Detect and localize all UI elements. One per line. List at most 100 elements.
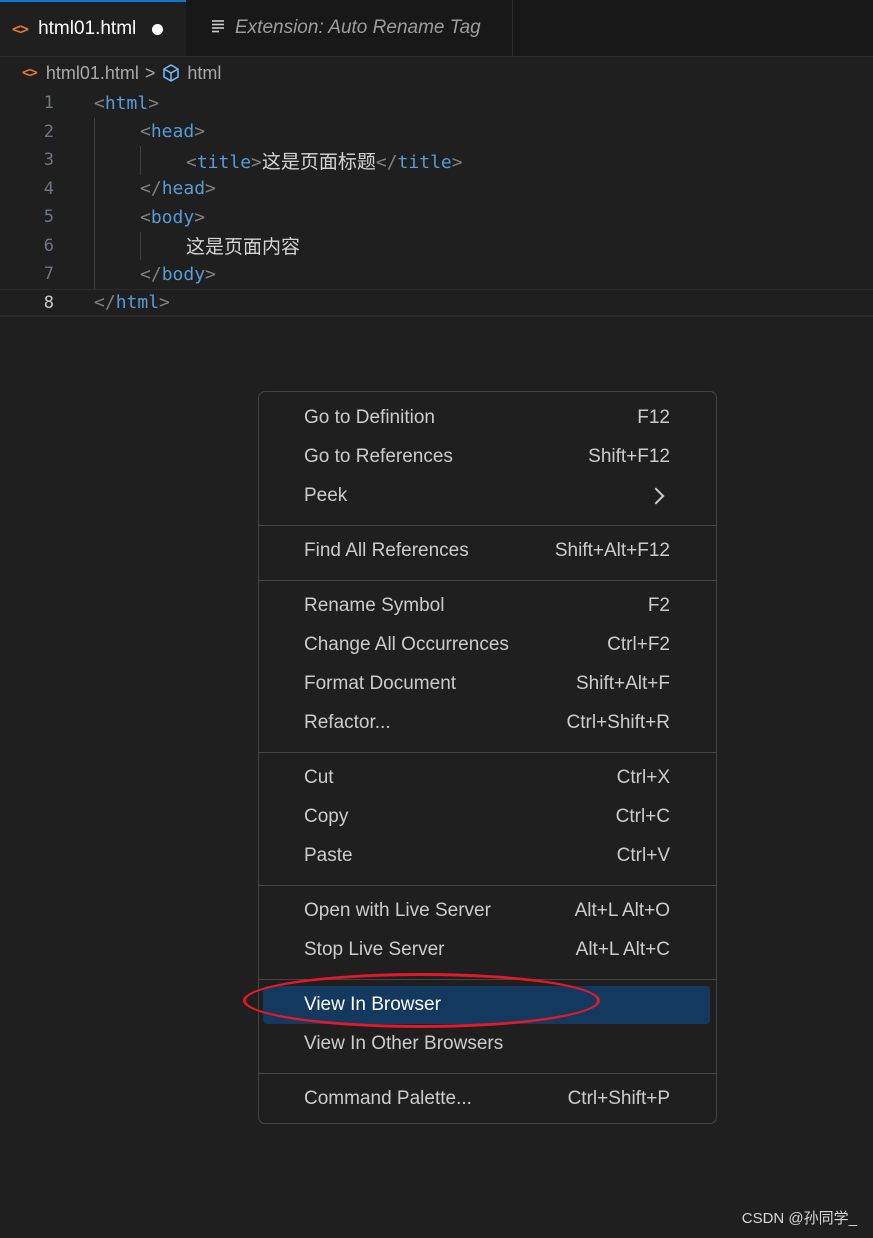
unsaved-dot-icon[interactable] (152, 23, 164, 35)
line-number: 4 (43, 178, 54, 199)
menu-separator (259, 525, 716, 526)
menu-item-shortcut: F12 (637, 407, 670, 428)
indent-guide (140, 231, 141, 260)
menu-item-shortcut: Shift+Alt+F12 (554, 540, 670, 561)
watermark: CSDN @孙同学_ (741, 1210, 857, 1227)
tag-bracket: > (205, 178, 216, 200)
menu-item-paste[interactable]: Paste Ctrl+V (263, 837, 710, 875)
tag-name: html (104, 92, 149, 114)
menu-item-open-with-live-server[interactable]: Open with Live Server Alt+L Alt+O (263, 892, 710, 930)
code-line[interactable]: 8 </html> (0, 289, 873, 318)
menu-item-label: Go to References (304, 446, 453, 467)
menu-item-shortcut: Ctrl+V (616, 845, 670, 866)
menu-item-peek[interactable]: Peek (263, 477, 710, 515)
tag-bracket: > (194, 206, 206, 228)
extension-list-icon (211, 18, 225, 38)
breadcrumb-separator: > (144, 62, 156, 83)
menu-item-shortcut: Alt+L Alt+C (575, 939, 670, 960)
menu-item-shortcut: Shift+Alt+F (576, 673, 670, 694)
line-number: 5 (43, 207, 54, 228)
tag-bracket: < (94, 92, 105, 114)
menu-item-label: Rename Symbol (304, 595, 445, 616)
menu-item-copy[interactable]: Copy Ctrl+C (263, 798, 710, 836)
menu-item-label: Command Palette... (304, 1088, 472, 1109)
menu-item-label: View In Other Browsers (304, 1033, 504, 1054)
tag-bracket: > (194, 121, 206, 143)
tag-name: title (397, 151, 452, 173)
tag-name: head (161, 178, 206, 200)
menu-item-shortcut: F2 (647, 595, 670, 616)
menu-separator (259, 580, 716, 581)
tag-name: html (115, 292, 160, 314)
tag-name: head (150, 121, 195, 143)
menu-separator (259, 979, 716, 980)
code-line[interactable]: 3 <title>这是页面标题</title> (0, 146, 873, 175)
code-line[interactable]: 4 </head> (0, 175, 873, 204)
menu-item-rename-symbol[interactable]: Rename Symbol F2 (263, 587, 710, 625)
line-number: 1 (43, 93, 54, 114)
menu-item-go-to-references[interactable]: Go to References Shift+F12 (263, 438, 710, 476)
menu-item-label: Format Document (304, 673, 457, 694)
breadcrumb-file[interactable]: html01.html (46, 63, 139, 84)
code-content: <body> (140, 207, 205, 228)
code-line[interactable]: 2 <head> (0, 118, 873, 147)
menu-item-label: Paste (304, 845, 353, 866)
menu-item-change-all-occurrences[interactable]: Change All Occurrences Ctrl+F2 (263, 626, 710, 664)
menu-item-label: Peek (304, 485, 348, 506)
menu-item-label: Stop Live Server (304, 939, 445, 960)
tab-html01[interactable]: <> html01.html (0, 0, 186, 56)
menu-item-shortcut: Shift+F12 (588, 446, 670, 467)
indent-guide (140, 146, 141, 175)
chevron-right-icon (647, 487, 665, 505)
tag-bracket: </ (140, 178, 162, 200)
tag-bracket: < (140, 121, 151, 143)
menu-item-go-to-definition[interactable]: Go to Definition F12 (263, 399, 710, 437)
menu-item-shortcut: Ctrl+Shift+R (566, 712, 670, 733)
tab-bar: <> html01.html Extension: Auto Rename Ta… (0, 0, 873, 57)
tag-name: body (150, 206, 195, 228)
tag-bracket: </ (140, 263, 162, 285)
code-line[interactable]: 7 </body> (0, 260, 873, 289)
menu-item-label: Refactor... (304, 712, 391, 733)
menu-item-shortcut: Ctrl+C (615, 806, 670, 827)
indent-guide (94, 117, 95, 289)
menu-item-cut[interactable]: Cut Ctrl+X (263, 759, 710, 797)
html-file-icon: <> (22, 65, 38, 81)
code-line[interactable]: 1 <html> (0, 89, 873, 118)
code-editor[interactable]: 1 <html> 2 <head> 3 <title>这是页面标题</title> 4 </h… (0, 89, 873, 317)
menu-item-view-in-other-browsers[interactable]: View In Other Browsers (263, 1025, 710, 1063)
menu-item-view-in-browser[interactable]: View In Browser (263, 986, 710, 1024)
menu-item-label: View In Browser (304, 994, 441, 1015)
menu-separator (259, 1073, 716, 1074)
menu-item-format-document[interactable]: Format Document Shift+Alt+F (263, 665, 710, 703)
menu-item-label: Change All Occurrences (304, 634, 509, 655)
tab-label: html01.html (38, 18, 137, 39)
code-content: </html> (94, 292, 170, 313)
breadcrumb-symbol[interactable]: html (187, 63, 221, 84)
menu-item-label: Open with Live Server (304, 900, 491, 921)
code-line[interactable]: 5 <body> (0, 203, 873, 232)
code-content: <html> (94, 93, 159, 114)
menu-item-label: Copy (304, 806, 349, 827)
line-number: 8 (43, 292, 54, 313)
line-number: 6 (43, 235, 54, 256)
line-number: 7 (43, 264, 54, 285)
code-content: </body> (140, 264, 216, 285)
menu-item-find-all-references[interactable]: Find All References Shift+Alt+F12 (263, 532, 710, 570)
tag-bracket: </ (375, 151, 398, 173)
menu-item-label: Cut (304, 767, 334, 788)
menu-item-label: Find All References (304, 540, 469, 561)
menu-separator (259, 752, 716, 753)
code-line[interactable]: 6 这是页面内容 (0, 232, 873, 261)
menu-item-refactor[interactable]: Refactor... Ctrl+Shift+R (263, 704, 710, 742)
tag-bracket: > (148, 92, 160, 114)
menu-item-command-palette[interactable]: Command Palette... Ctrl+Shift+P (263, 1080, 710, 1118)
html-file-icon: <> (12, 20, 29, 38)
code-content: </head> (140, 178, 216, 199)
tag-name: title (196, 151, 252, 173)
menu-item-shortcut: Ctrl+X (616, 767, 670, 788)
menu-separator (259, 885, 716, 886)
menu-item-stop-live-server[interactable]: Stop Live Server Alt+L Alt+C (263, 931, 710, 969)
tag-bracket: > (205, 263, 216, 285)
tab-extension-auto-rename-tag[interactable]: Extension: Auto Rename Tag (187, 0, 513, 56)
